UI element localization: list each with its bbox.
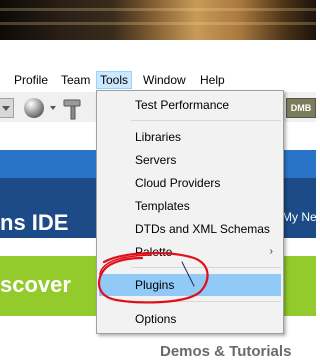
toolbar-memory-icon[interactable]: DMB — [286, 98, 316, 118]
menu-help[interactable]: Help — [196, 71, 229, 89]
banner-my-link[interactable]: My Ne — [282, 210, 317, 224]
menu-separator — [131, 301, 281, 302]
chevron-down-icon[interactable] — [50, 106, 56, 110]
tools-menu: Test Performance Libraries Servers Cloud… — [96, 90, 284, 334]
menu-item-dtds-xml-schemas[interactable]: DTDs and XML Schemas — [99, 218, 281, 240]
wallpaper-stripe — [0, 8, 316, 11]
discover-title: scover — [0, 272, 71, 297]
menu-separator — [131, 267, 281, 268]
menu-tools[interactable]: Tools — [96, 71, 133, 89]
menu-item-palette[interactable]: Palette › — [99, 241, 281, 263]
menu-item-libraries[interactable]: Libraries — [99, 126, 281, 148]
desktop-wallpaper — [0, 0, 316, 40]
menu-item-cloud-providers[interactable]: Cloud Providers — [99, 172, 281, 194]
menu-bar: Profile Team Tools Window Help — [0, 68, 316, 90]
menu-item-servers[interactable]: Servers — [99, 149, 281, 171]
banner-ide-title: ns IDE — [0, 210, 69, 235]
hammer-icon[interactable] — [62, 98, 84, 120]
menu-team[interactable]: Team — [57, 71, 94, 89]
menu-item-palette-label: Palette — [135, 245, 173, 259]
menu-item-test-performance[interactable]: Test Performance — [99, 94, 281, 116]
submenu-arrow-icon: › — [269, 246, 273, 257]
wallpaper-stripe — [0, 22, 316, 25]
menu-item-plugins[interactable]: Plugins — [99, 274, 281, 296]
menu-window[interactable]: Window — [139, 71, 190, 89]
demos-tutorials-heading: Demos & Tutorials — [160, 343, 292, 360]
globe-icon[interactable] — [24, 98, 44, 118]
menu-separator — [131, 120, 281, 121]
configuration-dropdown-arrow[interactable] — [0, 98, 14, 118]
menu-item-options[interactable]: Options — [99, 308, 281, 330]
menu-profile[interactable]: Profile — [10, 71, 52, 89]
menu-item-templates[interactable]: Templates — [99, 195, 281, 217]
